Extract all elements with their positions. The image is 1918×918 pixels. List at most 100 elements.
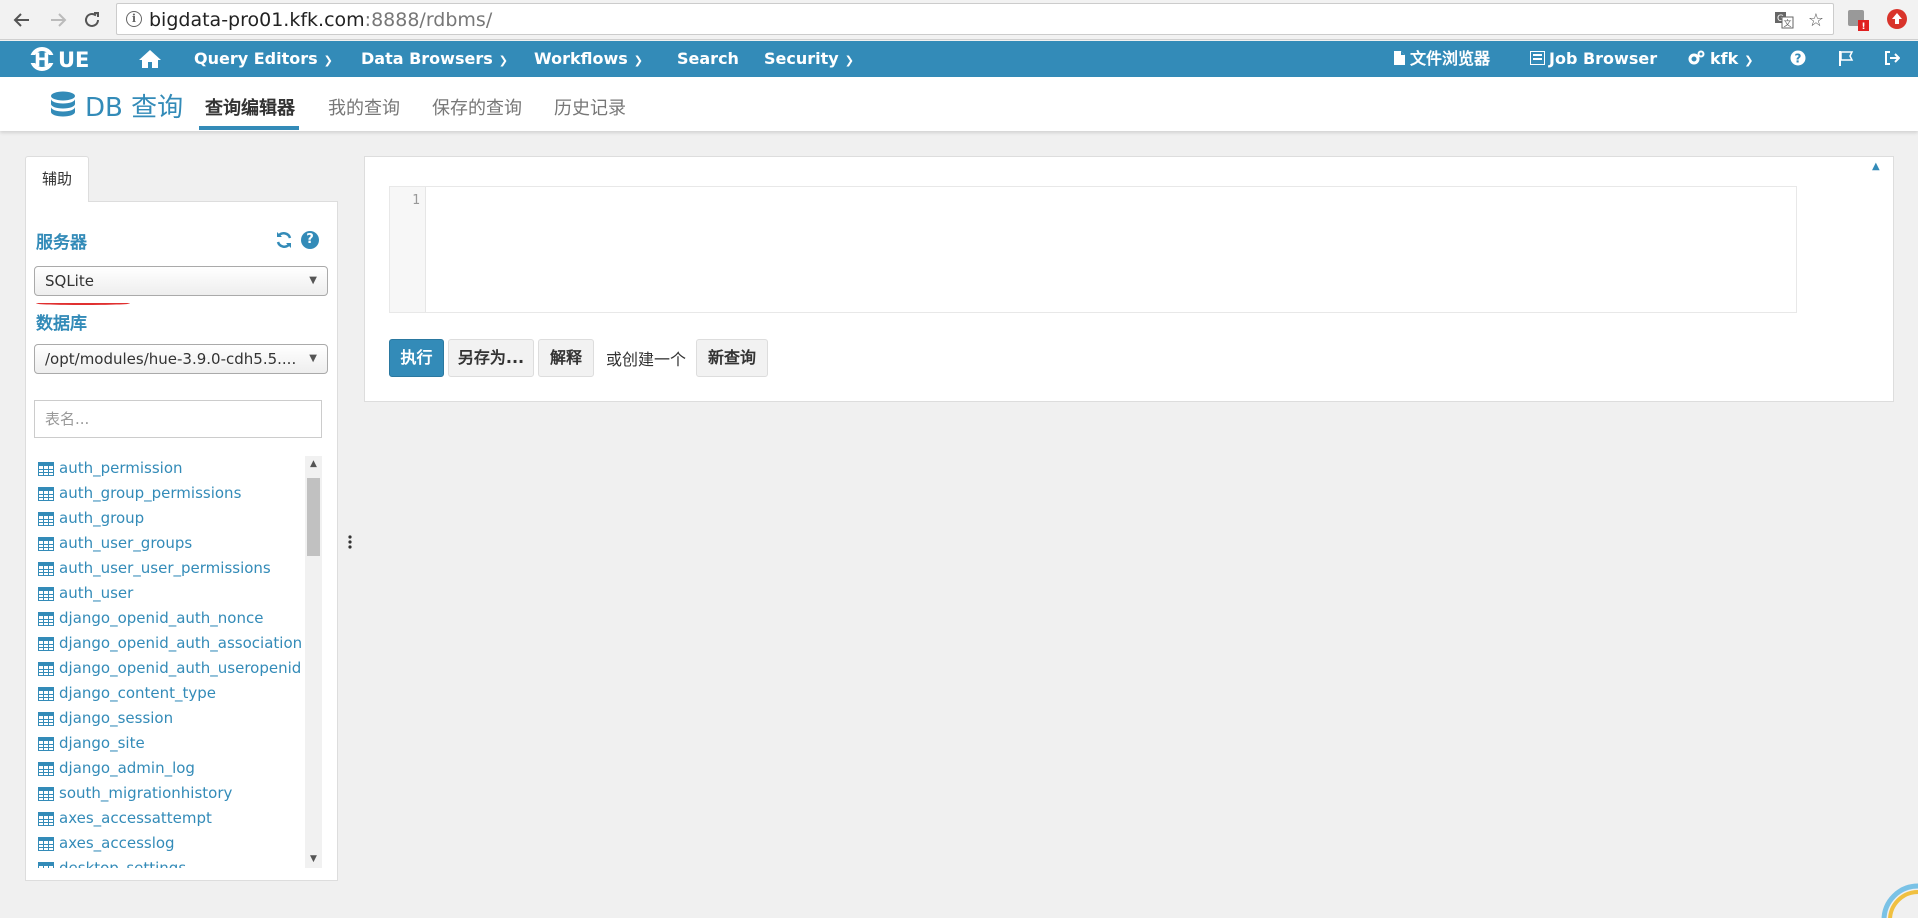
url-text[interactable]: bigdata-pro01.kfk.com:8888/rdbms/: [149, 9, 492, 31]
table-list-item[interactable]: auth_user: [38, 581, 302, 606]
line-number: 1: [412, 193, 420, 208]
table-icon: [38, 561, 54, 576]
table-list-item[interactable]: auth_group_permissions: [38, 481, 302, 506]
table-icon: [38, 586, 54, 601]
address-bar[interactable]: i bigdata-pro01.kfk.com:8888/rdbms/ G文 ☆: [116, 3, 1834, 35]
sql-code-editor[interactable]: 1: [389, 186, 1797, 313]
table-icon: [38, 761, 54, 776]
save-as-button[interactable]: 另存为...: [448, 339, 534, 377]
panel-splitter-handle[interactable]: [347, 533, 353, 551]
search-link[interactable]: Search: [677, 41, 739, 77]
flag-button[interactable]: [1838, 41, 1854, 77]
search-label: Search: [677, 49, 739, 68]
tab-my-queries[interactable]: 我的查询: [328, 94, 400, 120]
arrow-right-icon: [51, 13, 67, 27]
or-create-text: 或创建一个: [606, 350, 687, 369]
table-name: axes_accesslog: [59, 834, 175, 852]
table-list-item[interactable]: auth_user_user_permissions: [38, 556, 302, 581]
database-select[interactable]: /opt/modules/hue-3.9.0-cdh5.5.... ▼: [34, 344, 328, 374]
tab-saved-queries[interactable]: 保存的查询: [432, 94, 522, 120]
chevron-down-icon: ❯: [1744, 54, 1754, 67]
server-select[interactable]: SQLite ▼: [34, 266, 328, 296]
table-list-item[interactable]: auth_user_groups: [38, 531, 302, 556]
dropdown-arrow-icon: ▼: [309, 275, 317, 286]
table-list-item[interactable]: auth_group: [38, 506, 302, 531]
data-browsers-menu[interactable]: Data Browsers ❯: [361, 41, 508, 77]
table-icon: [38, 861, 54, 868]
info-icon[interactable]: i: [126, 11, 142, 27]
job-browser-label: Job Browser: [1549, 49, 1658, 68]
logout-button[interactable]: [1884, 41, 1901, 77]
table-list: auth_permission auth_group_permissions aut…: [38, 456, 302, 868]
new-query-button[interactable]: 新查询: [696, 339, 768, 377]
back-button[interactable]: [8, 6, 36, 34]
question-icon: ?: [1790, 50, 1806, 66]
scrollbar-thumb[interactable]: [307, 478, 320, 556]
list-icon: [1530, 51, 1545, 65]
table-list-item[interactable]: django_openid_auth_association: [38, 631, 302, 656]
workflows-menu[interactable]: Workflows ❯: [534, 41, 643, 77]
explain-button[interactable]: 解释: [538, 339, 594, 377]
table-list-item[interactable]: django_openid_auth_useropenid: [38, 656, 302, 681]
table-icon: [38, 786, 54, 801]
tab-query-editor[interactable]: 查询编辑器: [205, 94, 295, 120]
table-name: auth_permission: [59, 459, 183, 477]
table-name: django_site: [59, 734, 145, 752]
table-list-item[interactable]: django_site: [38, 731, 302, 756]
table-list-item[interactable]: django_session: [38, 706, 302, 731]
help-button[interactable]: ?: [1790, 41, 1806, 77]
table-list-item[interactable]: django_openid_auth_nonce: [38, 606, 302, 631]
table-icon: [38, 611, 54, 626]
table-icon: [38, 661, 54, 676]
tab-history[interactable]: 历史记录: [554, 94, 626, 120]
table-list-item[interactable]: django_admin_log: [38, 756, 302, 781]
star-icon[interactable]: ☆: [1805, 10, 1827, 31]
table-list-item[interactable]: auth_permission: [38, 456, 302, 481]
table-name: desktop_settings: [59, 859, 187, 868]
sign-out-icon: [1885, 51, 1901, 65]
security-menu[interactable]: Security ❯: [764, 41, 854, 77]
forward-button[interactable]: [44, 6, 72, 34]
table-icon: [38, 836, 54, 851]
table-filter-input[interactable]: [34, 400, 322, 438]
table-icon: [38, 736, 54, 751]
reload-button[interactable]: [78, 6, 106, 34]
table-name: django_openid_auth_useropenid: [59, 659, 302, 677]
question-icon[interactable]: ?: [301, 231, 319, 249]
job-browser-link[interactable]: Job Browser: [1530, 41, 1657, 77]
refresh-icon[interactable]: [275, 231, 293, 249]
file-icon: [1394, 51, 1405, 65]
dropdown-arrow-icon: ▼: [309, 353, 317, 364]
table-list-item[interactable]: axes_accesslog: [38, 831, 302, 856]
table-name: auth_user_groups: [59, 534, 193, 552]
upload-extension-icon[interactable]: [1886, 8, 1910, 32]
translate-icon[interactable]: G文: [1773, 10, 1795, 30]
execute-button[interactable]: 执行: [389, 339, 444, 377]
query-editors-menu[interactable]: Query Editors ❯: [194, 41, 333, 77]
table-list-item[interactable]: axes_accessattempt: [38, 806, 302, 831]
table-list-item[interactable]: desktop_settings: [38, 856, 302, 868]
table-list-item[interactable]: django_content_type: [38, 681, 302, 706]
svg-text:文: 文: [1784, 18, 1792, 28]
table-list-item[interactable]: south_migrationhistory: [38, 781, 302, 806]
collapse-up-icon[interactable]: ▲: [1872, 161, 1884, 172]
home-icon[interactable]: [138, 49, 162, 69]
chevron-down-icon: ❯: [844, 54, 854, 67]
database-select-value: /opt/modules/hue-3.9.0-cdh5.5....: [45, 350, 297, 368]
table-list-scrollbar[interactable]: ▲ ▼: [305, 456, 322, 868]
scroll-down-arrow-icon[interactable]: ▼: [305, 851, 322, 868]
table-icon: [38, 686, 54, 701]
app-subnav: DB 查询 查询编辑器 我的查询 保存的查询 历史记录: [0, 77, 1918, 131]
user-menu[interactable]: kfk ❯: [1688, 41, 1753, 77]
table-name: auth_user_user_permissions: [59, 559, 271, 577]
file-browser-link[interactable]: 文件浏览器: [1393, 41, 1490, 77]
tab-assist[interactable]: 辅助: [25, 156, 89, 202]
chevron-down-icon: ❯: [323, 54, 333, 67]
svg-text:?: ?: [1795, 52, 1802, 66]
cogs-icon: [1688, 50, 1705, 65]
extension-icon[interactable]: !: [1846, 8, 1870, 32]
scroll-up-arrow-icon[interactable]: ▲: [305, 456, 322, 473]
data-browsers-label: Data Browsers: [361, 49, 493, 68]
username-label: kfk: [1710, 49, 1739, 68]
hue-logo[interactable]: H UE: [28, 47, 102, 72]
